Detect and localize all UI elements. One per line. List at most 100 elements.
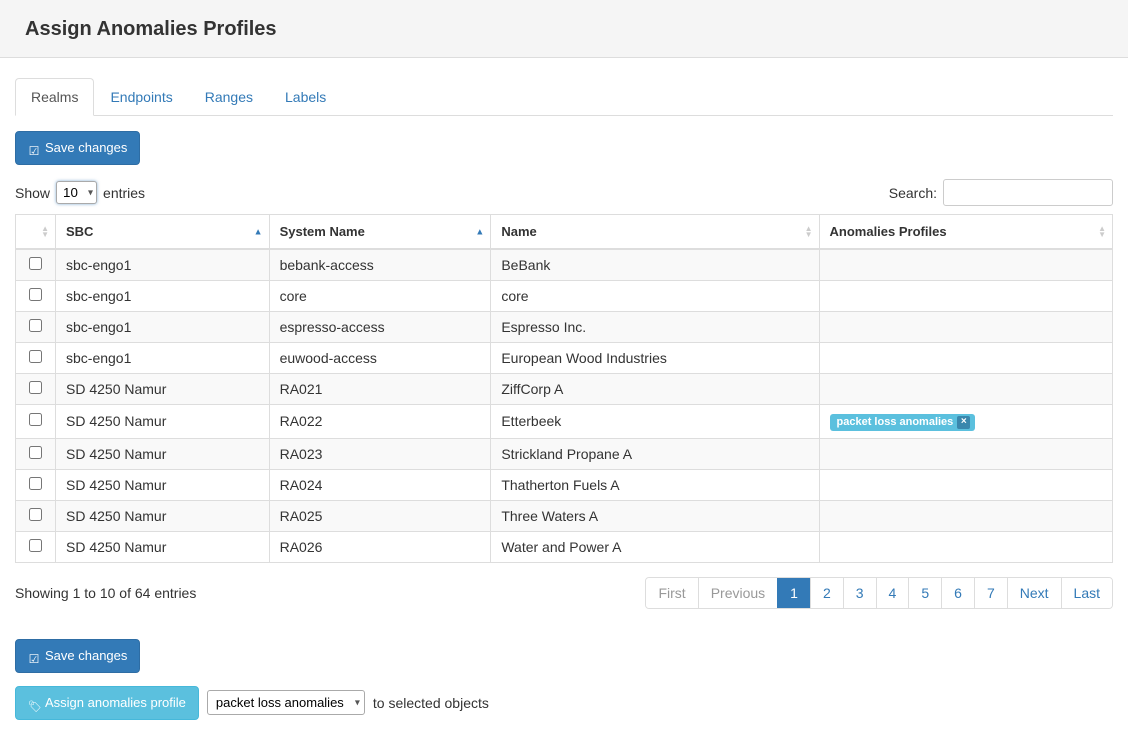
column-header[interactable]: Anomalies Profiles (819, 215, 1112, 250)
table-row: SD 4250 NamurRA021ZiffCorp A (16, 374, 1113, 405)
check-icon (28, 650, 40, 662)
cell-profiles (819, 438, 1112, 469)
sort-icon (805, 226, 813, 238)
check-icon (28, 142, 40, 154)
cell-name: Water and Power A (491, 531, 819, 562)
cell-profiles (819, 469, 1112, 500)
length-select[interactable]: 10 (56, 181, 97, 204)
row-checkbox[interactable] (29, 350, 42, 363)
cell-system: RA025 (269, 500, 491, 531)
cell-sbc: SD 4250 Namur (56, 405, 270, 439)
column-header[interactable]: System Name (269, 215, 491, 250)
column-header (16, 215, 56, 250)
cell-name: Espresso Inc. (491, 312, 819, 343)
page-1[interactable]: 1 (777, 578, 810, 608)
row-checkbox[interactable] (29, 288, 42, 301)
cell-name: Thatherton Fuels A (491, 469, 819, 500)
cell-name: European Wood Industries (491, 343, 819, 374)
cell-name: ZiffCorp A (491, 374, 819, 405)
cell-name: BeBank (491, 249, 819, 281)
cell-sbc: sbc-engo1 (56, 249, 270, 281)
cell-sbc: SD 4250 Namur (56, 531, 270, 562)
row-checkbox[interactable] (29, 319, 42, 332)
cell-profiles (819, 500, 1112, 531)
cell-system: RA026 (269, 531, 491, 562)
cell-profiles (819, 312, 1112, 343)
tag-icon (28, 697, 40, 709)
cell-system: RA022 (269, 405, 491, 439)
cell-system: espresso-access (269, 312, 491, 343)
search-control: Search: (889, 179, 1113, 206)
data-table: SBCSystem NameNameAnomalies Profiles sbc… (15, 214, 1113, 563)
table-row: sbc-engo1bebank-accessBeBank (16, 249, 1113, 281)
page-last[interactable]: Last (1061, 578, 1112, 608)
cell-profiles (819, 281, 1112, 312)
search-input[interactable] (943, 179, 1113, 206)
page-first: First (646, 578, 697, 608)
sort-icon (1098, 226, 1106, 238)
page-5[interactable]: 5 (908, 578, 941, 608)
cell-sbc: sbc-engo1 (56, 312, 270, 343)
cell-system: core (269, 281, 491, 312)
cell-system: RA024 (269, 469, 491, 500)
cell-profiles (819, 343, 1112, 374)
table-row: sbc-engo1euwood-accessEuropean Wood Indu… (16, 343, 1113, 374)
tabs: RealmsEndpointsRangesLabels (15, 78, 1113, 116)
assign-profile-select[interactable]: packet loss anomalies (207, 690, 365, 715)
profile-badge: packet loss anomalies× (830, 414, 976, 431)
page-6[interactable]: 6 (941, 578, 974, 608)
cell-system: bebank-access (269, 249, 491, 281)
table-row: SD 4250 NamurRA022Etterbeek packet loss a… (16, 405, 1113, 439)
cell-system: RA021 (269, 374, 491, 405)
table-row: SD 4250 NamurRA025Three Waters A (16, 500, 1113, 531)
page-previous: Previous (698, 578, 777, 608)
sort-icon (254, 226, 263, 237)
cell-system: RA023 (269, 438, 491, 469)
table-row: sbc-engo1espresso-accessEspresso Inc. (16, 312, 1113, 343)
save-button-top[interactable]: Save changes (15, 131, 140, 165)
cell-profiles (819, 374, 1112, 405)
tab-realms[interactable]: Realms (15, 78, 94, 116)
save-button-bottom[interactable]: Save changes (15, 639, 140, 673)
cell-sbc: sbc-engo1 (56, 343, 270, 374)
table-row: SD 4250 NamurRA026Water and Power A (16, 531, 1113, 562)
row-checkbox[interactable] (29, 413, 42, 426)
row-checkbox[interactable] (29, 446, 42, 459)
table-row: sbc-engo1corecore (16, 281, 1113, 312)
cell-system: euwood-access (269, 343, 491, 374)
cell-sbc: sbc-engo1 (56, 281, 270, 312)
table-row: SD 4250 NamurRA023Strickland Propane A (16, 438, 1113, 469)
page-2[interactable]: 2 (810, 578, 843, 608)
page-7[interactable]: 7 (974, 578, 1007, 608)
cell-sbc: SD 4250 Namur (56, 438, 270, 469)
row-checkbox[interactable] (29, 477, 42, 490)
page-header: Assign Anomalies Profiles (0, 0, 1128, 58)
tab-labels[interactable]: Labels (269, 78, 342, 116)
cell-name: Strickland Propane A (491, 438, 819, 469)
sort-icon (41, 226, 49, 238)
column-header[interactable]: Name (491, 215, 819, 250)
row-checkbox[interactable] (29, 381, 42, 394)
assign-button[interactable]: Assign anomalies profile (15, 686, 199, 720)
page-4[interactable]: 4 (876, 578, 909, 608)
tab-ranges[interactable]: Ranges (189, 78, 269, 116)
remove-badge-icon[interactable]: × (957, 416, 970, 429)
row-checkbox[interactable] (29, 257, 42, 270)
table-info: Showing 1 to 10 of 64 entries (15, 585, 196, 601)
pagination: FirstPrevious1234567NextLast (645, 577, 1113, 609)
cell-sbc: SD 4250 Namur (56, 500, 270, 531)
row-checkbox[interactable] (29, 539, 42, 552)
sort-icon (475, 226, 484, 237)
cell-name: core (491, 281, 819, 312)
page-3[interactable]: 3 (843, 578, 876, 608)
cell-name: Etterbeek (491, 405, 819, 439)
cell-profiles: packet loss anomalies× (819, 405, 1112, 439)
cell-sbc: SD 4250 Namur (56, 469, 270, 500)
column-header[interactable]: SBC (56, 215, 270, 250)
tab-endpoints[interactable]: Endpoints (94, 78, 188, 116)
page-title: Assign Anomalies Profiles (25, 18, 1103, 41)
page-next[interactable]: Next (1007, 578, 1061, 608)
row-checkbox[interactable] (29, 508, 42, 521)
cell-name: Three Waters A (491, 500, 819, 531)
cell-profiles (819, 249, 1112, 281)
